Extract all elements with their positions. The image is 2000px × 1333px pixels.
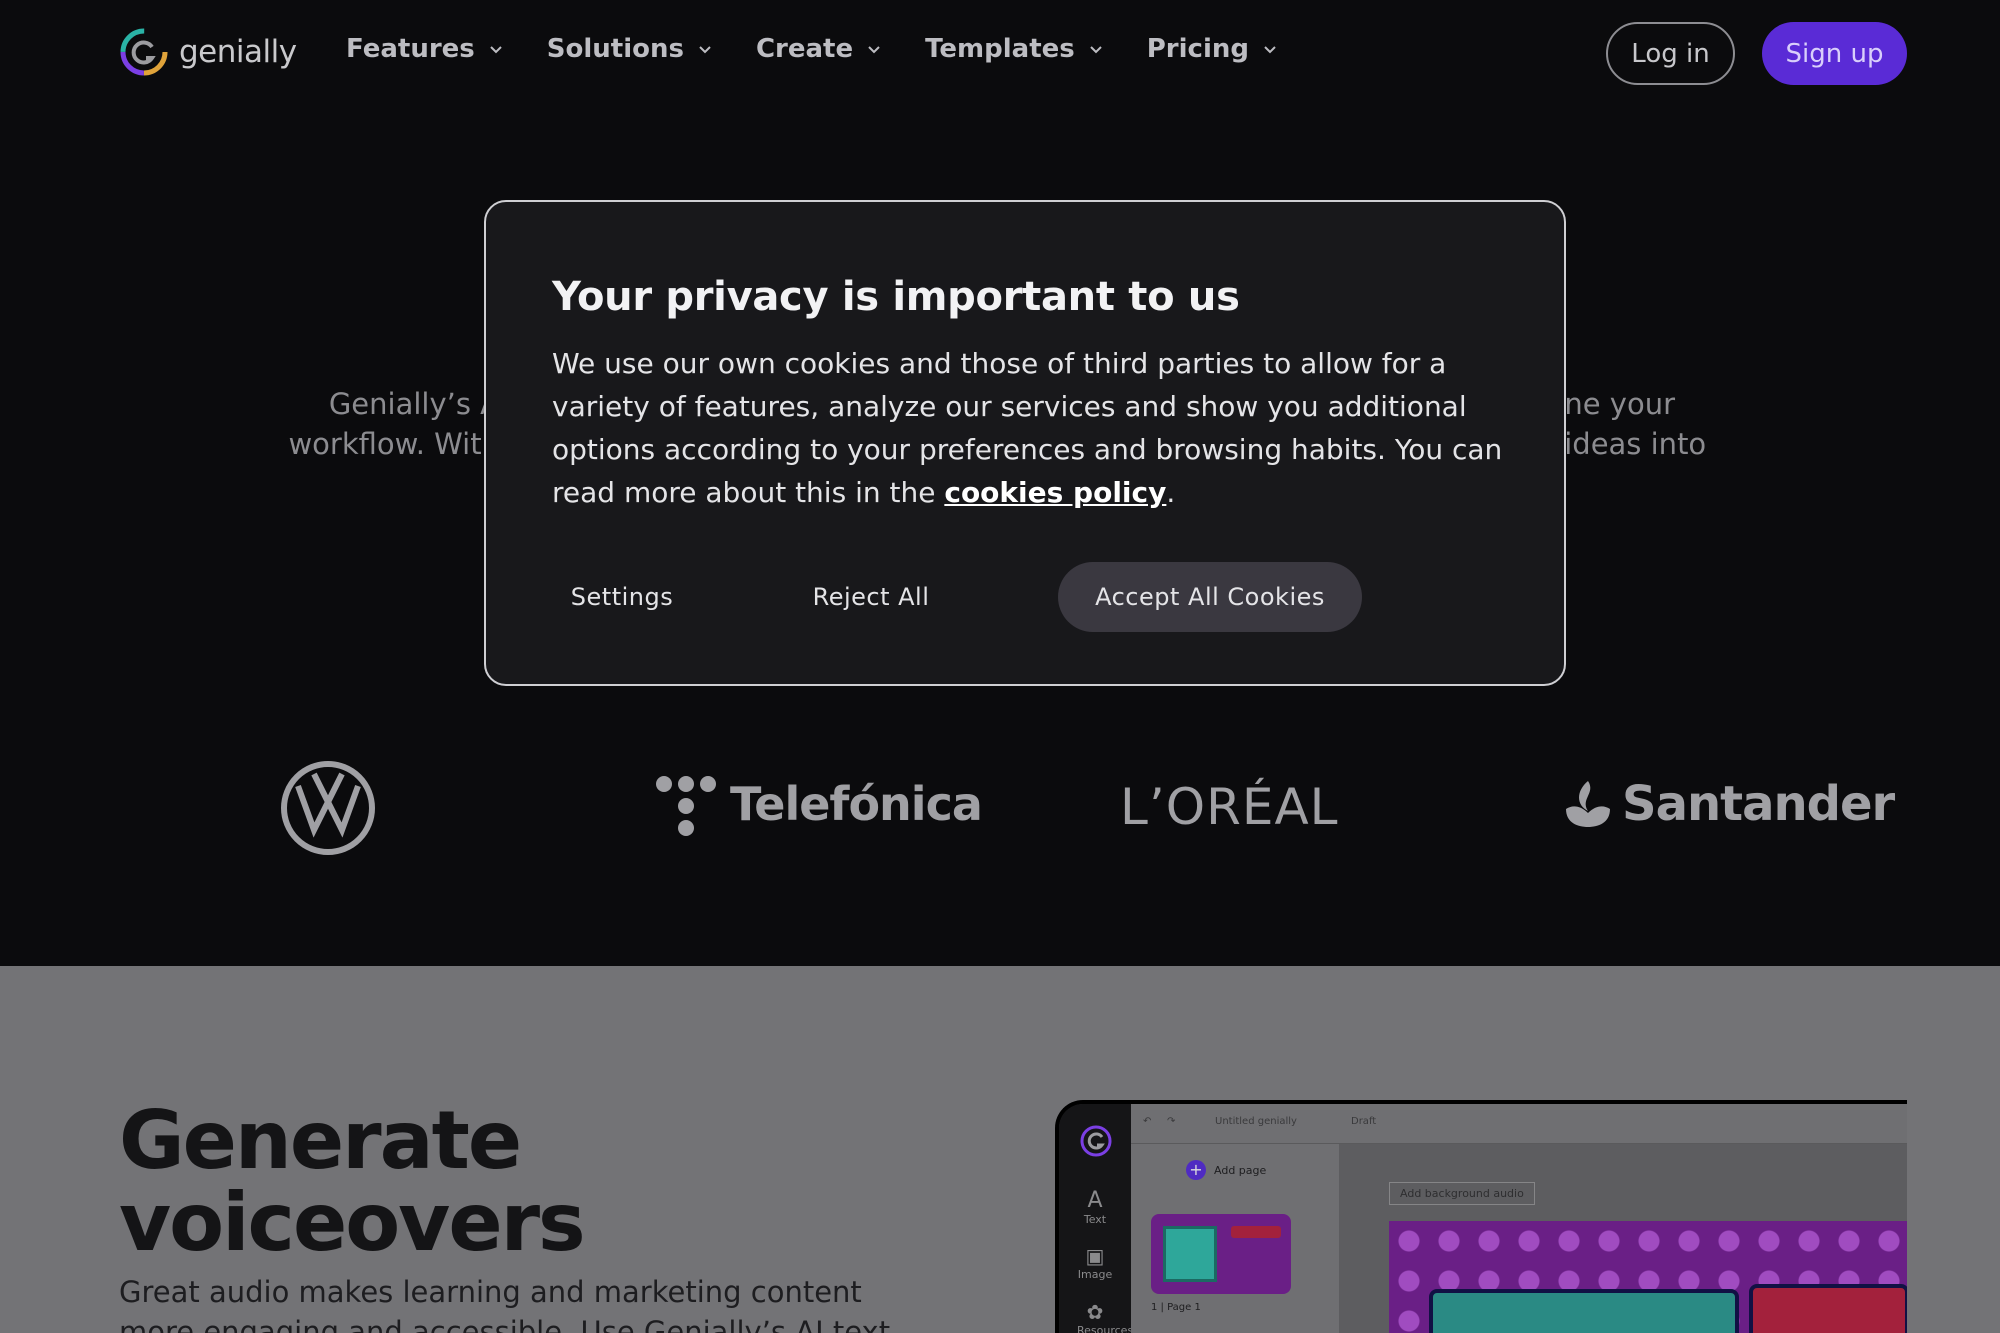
section-title-line: Generate [119,1094,522,1187]
nav-menu: Features Solutions Create Templates Pric… [346,34,1277,64]
canvas-card [1429,1289,1739,1333]
settings-button[interactable]: Settings [552,562,692,632]
editor-mockup-image: A Text ▣ Image ✿ Resources ↶ ↷ Untitled gen… [1055,1100,1907,1333]
signup-button[interactable]: Sign up [1762,22,1907,85]
thumbnail-banner [1231,1226,1281,1238]
avatar-image [1163,1226,1217,1282]
telefonica-wordmark: Telefónica [730,777,983,831]
add-page-label: Add page [1214,1163,1267,1177]
chevron-down-icon [490,46,502,54]
hero-text-fragment: workflow. With [288,427,500,461]
nav-item-label: Templates [925,34,1075,64]
mockup-sidebar: A Text ▣ Image ✿ Resources [1059,1104,1134,1333]
loreal-logo: L’ORÉAL [1120,778,1339,836]
section-title: Generate voiceovers [119,1094,586,1269]
editor-canvas: Add background audio [1339,1144,1907,1333]
telefonica-logo: Telefónica [654,772,983,836]
nav-item-features[interactable]: Features [346,34,503,64]
cookies-policy-link[interactable]: cookies policy [944,476,1166,509]
accept-all-cookies-button[interactable]: Accept All Cookies [1058,562,1362,632]
nav-item-create[interactable]: Create [756,34,881,64]
redo-icon: ↷ [1167,1116,1176,1127]
image-tool-label: Image [1077,1268,1113,1281]
chevron-down-icon [699,46,711,54]
canvas-card [1749,1284,1907,1333]
telefonica-mark-icon [656,776,716,836]
logo-wordmark: genially [179,34,297,70]
santander-logo: Santander [1562,776,1895,832]
genially-logo-icon [120,28,168,76]
santander-flame-icon [1566,781,1610,827]
page-thumbnail [1151,1214,1291,1294]
section-title-line: voiceovers [119,1176,586,1269]
reject-all-button[interactable]: Reject All [796,562,946,632]
dialog-body-end: . [1166,476,1176,509]
nav-item-label: Features [346,34,475,64]
genially-logo[interactable]: genially [119,27,297,77]
resources-tool-icon: ✿ Resources [1077,1300,1134,1333]
client-logos: Telefónica L’ORÉAL Santander [0,740,2000,880]
page-label: 1 | Page 1 [1151,1302,1201,1313]
dialog-title: Your privacy is important to us [552,274,1240,320]
pages-panel: + Add page 1 | Page 1 [1131,1144,1339,1333]
chevron-down-icon [868,46,880,54]
santander-wordmark: Santander [1622,776,1895,832]
nav-item-solutions[interactable]: Solutions [547,34,712,64]
image-tool-icon: ▣ Image [1077,1244,1113,1281]
nav-item-label: Create [755,34,854,64]
nav-item-templates[interactable]: Templates [925,34,1103,64]
volkswagen-logo [281,761,375,855]
add-audio-button: Add background audio [1389,1182,1535,1205]
nav-item-label: Solutions [546,34,684,64]
top-navigation: genially Features Solutions Create Templ… [0,0,2000,105]
hero-text-fragment: Genially’s A [328,387,500,421]
plus-icon: + [1186,1160,1206,1180]
mockup-toolbar: ↶ ↷ Untitled genially Draft [1131,1104,1907,1144]
add-page-button: + Add page [1186,1160,1266,1180]
nav-item-pricing[interactable]: Pricing [1147,34,1277,64]
nav-item-label: Pricing [1146,34,1249,64]
document-name: Untitled genially [1215,1116,1297,1127]
draft-status: Draft [1351,1116,1377,1127]
resources-tool-label: Resources [1077,1324,1134,1333]
text-tool-icon: A Text [1077,1188,1113,1226]
dialog-body: We use our own cookies and those of thir… [552,342,1512,514]
genially-logo-icon [1080,1125,1112,1157]
chevron-down-icon [1264,46,1276,54]
text-tool-label: Text [1083,1213,1107,1226]
chevron-down-icon [1090,46,1102,54]
undo-icon: ↶ [1143,1116,1152,1127]
login-button[interactable]: Log in [1606,22,1735,85]
cookie-consent-dialog: Your privacy is important to us We use o… [484,200,1566,686]
section-description: Great audio makes learning and marketing… [119,1275,891,1333]
